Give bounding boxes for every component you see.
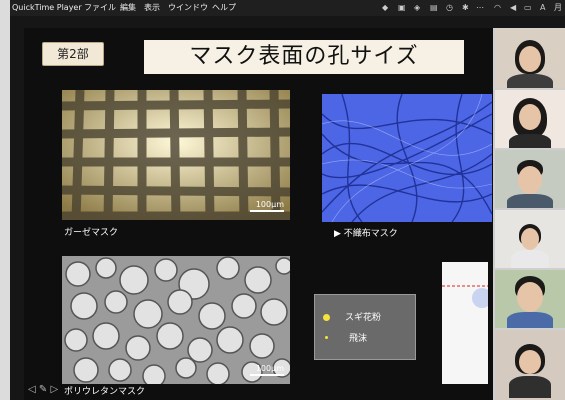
bluetooth-icon[interactable]: ✱ (462, 0, 469, 16)
menu-edit[interactable]: 編集 (120, 0, 136, 16)
shield-icon[interactable]: ◈ (414, 0, 420, 16)
gauze-scale-bar: 100μm (250, 200, 284, 212)
polyurethane-scale-label: 100μm (255, 364, 284, 373)
participant-tile-2[interactable] (495, 90, 565, 148)
nonwoven-caption-label: 不織布マスク (343, 229, 398, 239)
participant-tile-5[interactable] (495, 270, 565, 328)
pollen-dot-icon (323, 314, 330, 321)
gauze-scale-label: 100μm (255, 200, 284, 209)
dropbox-icon[interactable]: ◆ (382, 0, 388, 16)
forward-arrow-icon[interactable]: ▷ (50, 384, 58, 395)
section-badge: 第2部 (42, 42, 104, 66)
polyurethane-scale-line (250, 374, 284, 376)
menu-file[interactable]: ファイル (84, 0, 116, 16)
pen-icon[interactable]: ✎ (39, 384, 47, 395)
wifi-icon[interactable]: ◠ (494, 0, 501, 16)
participant-tile-6[interactable] (495, 330, 565, 400)
gauze-scale-line (250, 210, 284, 212)
nonwoven-mask-photo (322, 94, 492, 222)
menubar-clock[interactable]: 月 (554, 0, 562, 16)
participant-tile-1[interactable] (495, 28, 565, 88)
polyurethane-mask-photo: 100μm (62, 256, 290, 384)
quicktime-screen: QuickTime Player ファイル 編集 表示 ウインドウ ヘルプ ◆ … (10, 0, 565, 400)
legend-droplet-label: 飛沫 (349, 334, 368, 344)
droplet-dot-icon (325, 336, 328, 339)
nonwoven-fibers-image (322, 94, 492, 222)
menu-help[interactable]: ヘルプ (212, 0, 236, 16)
polyurethane-scale-bar: 100μm (250, 364, 284, 376)
participant-tile-4[interactable] (495, 210, 565, 268)
particle-size-legend: スギ花粉 飛沫 (314, 294, 416, 360)
legend-pollen-label: スギ花粉 (345, 313, 382, 323)
menu-view[interactable]: 表示 (144, 0, 160, 16)
gauze-caption: ガーゼマスク (64, 228, 119, 238)
status-icon[interactable]: ▣ (398, 0, 406, 16)
input-source-icon[interactable]: A (540, 0, 545, 16)
presenter-slide-thumbnail (442, 262, 488, 384)
gauze-mask-photo: 100μm (62, 90, 290, 220)
volume-icon[interactable]: ◀ (510, 0, 516, 16)
keyboard-icon[interactable]: ▤ (430, 0, 438, 16)
slide-toolbar: ◁ ✎ ▷ (28, 384, 88, 398)
ellipsis-icon[interactable]: ⋯ (476, 0, 484, 16)
presentation-slide: 第2部 マスク表面の孔サイズ 100μm ガーゼマスク ▶ 不織布マスク 100… (24, 28, 494, 400)
play-icon[interactable]: ▶ (334, 229, 341, 239)
apple-menu-app-name[interactable]: QuickTime Player (12, 0, 82, 16)
menu-window[interactable]: ウインドウ (168, 0, 208, 16)
presenter-pip-window[interactable] (442, 262, 488, 384)
time-machine-icon[interactable]: ◷ (446, 0, 453, 16)
back-arrow-icon[interactable]: ◁ (28, 384, 36, 395)
battery-icon[interactable]: ▭ (524, 0, 532, 16)
participant-video-strip (493, 28, 565, 400)
participant-tile-3[interactable] (495, 150, 565, 208)
slide-title: マスク表面の孔サイズ (144, 40, 464, 74)
nonwoven-caption: ▶ 不織布マスク (334, 226, 398, 239)
menubar: QuickTime Player ファイル 編集 表示 ウインドウ ヘルプ ◆ … (10, 0, 565, 16)
